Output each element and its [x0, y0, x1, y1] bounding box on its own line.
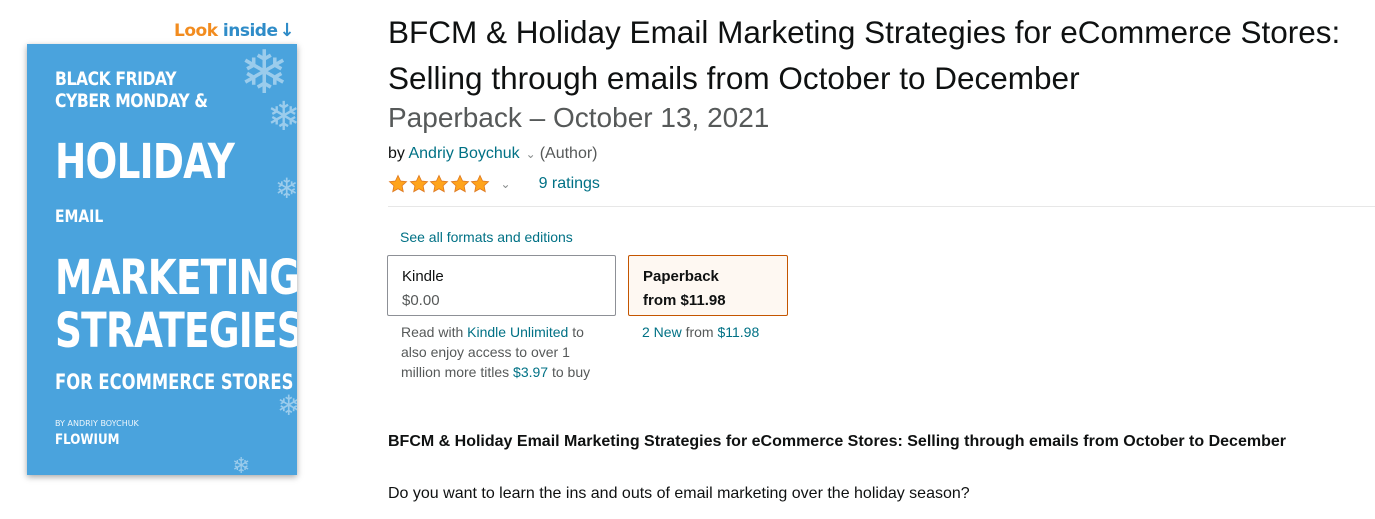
description-title: BFCM & Holiday Email Marketing Strategie…: [388, 433, 1286, 450]
kindle-unlimited-note: Read with Kindle Unlimited to also enjoy…: [401, 322, 613, 382]
author-link[interactable]: Andriy Boychuk: [408, 145, 519, 162]
cover-line: CYBER MONDAY &: [55, 90, 208, 112]
look-inside-word1: Look: [174, 21, 218, 41]
format-price: from $11.98: [643, 292, 726, 309]
by-label: by: [388, 145, 405, 162]
format-kindle-button[interactable]: Kindle $0.00: [387, 255, 616, 316]
cover-line: STRATEGIES: [55, 303, 297, 359]
cover-author: BY ANDRIY BOYCHUK: [55, 419, 139, 428]
star-icon: [409, 174, 429, 194]
arrow-down-icon: ↓: [279, 20, 295, 41]
cover-line: MARKETING: [55, 250, 297, 306]
note-buy-suffix: to buy: [551, 364, 591, 380]
format-price: $0.00: [402, 292, 440, 309]
divider: [388, 206, 1375, 207]
new-offers-link[interactable]: 2 New: [642, 324, 682, 340]
byline: by Andriy Boychuk ⌄ (Author): [388, 145, 598, 163]
star-icon: [450, 174, 470, 194]
cover-line: EMAIL: [55, 207, 104, 227]
cover-line: HOLIDAY: [55, 134, 235, 190]
book-cover-image[interactable]: ❄ ❄ ❄ ❄ ❄ BLACK FRIDAY CYBER MONDAY & HO…: [27, 44, 297, 475]
snowflake-icon: ❄: [275, 172, 297, 205]
chevron-down-icon[interactable]: ⌄: [501, 177, 511, 191]
look-inside-link[interactable]: Look inside ↓: [174, 20, 295, 41]
format-label: Paperback: [643, 268, 719, 285]
star-rating[interactable]: [388, 174, 491, 194]
star-icon: [388, 174, 408, 194]
description-text: Do you want to learn the ins and outs of…: [388, 485, 970, 502]
see-all-formats-link[interactable]: See all formats and editions: [400, 229, 573, 245]
format-paperback-button[interactable]: Paperback from $11.98: [628, 255, 788, 316]
cover-logo: FLOWIUM: [55, 432, 120, 448]
snowflake-icon: ❄: [232, 454, 251, 475]
cover-line: BLACK FRIDAY: [55, 68, 177, 90]
note-prefix: Read with: [401, 324, 464, 340]
cover-line: FOR ECOMMERCE STORES: [55, 370, 294, 394]
from-label: from: [685, 324, 714, 340]
star-icon: [429, 174, 449, 194]
rating-row: ⌄ 9 ratings: [388, 172, 600, 196]
format-label: Kindle: [402, 268, 444, 285]
offer-price-link[interactable]: $11.98: [717, 324, 759, 340]
star-icon: [470, 174, 490, 194]
buy-price-link[interactable]: $3.97: [513, 364, 548, 380]
kindle-unlimited-link[interactable]: Kindle Unlimited: [467, 324, 568, 340]
chevron-down-icon[interactable]: ⌄: [526, 147, 536, 161]
snowflake-icon: ❄: [267, 94, 297, 140]
edition-subtitle: Paperback – October 13, 2021: [388, 102, 770, 133]
author-role: (Author): [539, 145, 598, 162]
product-title: BFCM & Holiday Email Marketing Strategie…: [388, 14, 1341, 96]
look-inside-word2: inside: [222, 21, 278, 41]
ratings-count-link[interactable]: 9 ratings: [539, 175, 600, 193]
paperback-offers-note: 2 New from $11.98: [642, 322, 759, 342]
